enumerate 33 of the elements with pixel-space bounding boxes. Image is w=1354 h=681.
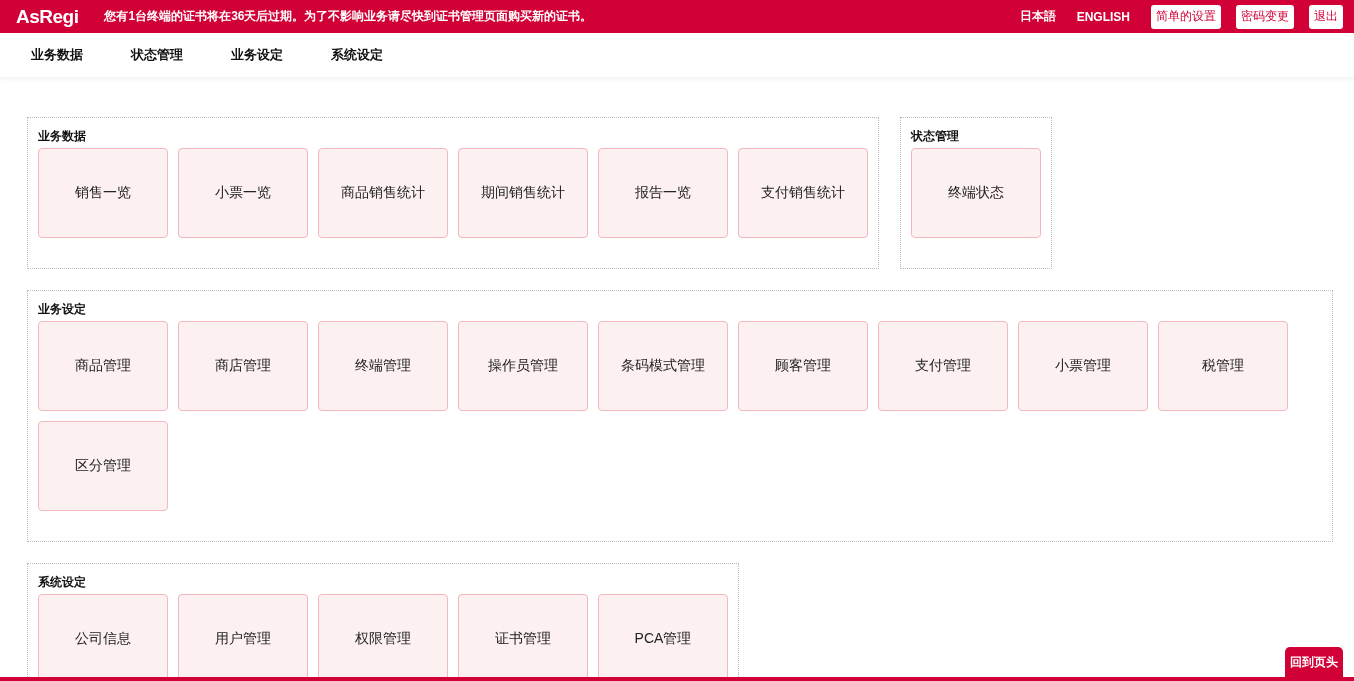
menu-tile[interactable]: 终端状态 <box>911 148 1041 238</box>
menu-tile[interactable]: 顾客管理 <box>738 321 868 411</box>
section-title: 业务设定 <box>38 301 87 318</box>
menu-tile[interactable]: 报告一览 <box>598 148 728 238</box>
section-title: 状态管理 <box>911 128 960 145</box>
header-button[interactable]: 密码变更 <box>1236 4 1294 29</box>
menu-tile[interactable]: 条码模式管理 <box>598 321 728 411</box>
section-title: 业务数据 <box>38 128 87 145</box>
section-title: 系统设定 <box>38 574 87 591</box>
menu-tile[interactable]: 小票一览 <box>178 148 308 238</box>
menu-tile[interactable]: 销售一览 <box>38 148 168 238</box>
header-button[interactable]: 简单的设置 <box>1151 4 1221 29</box>
nav-item[interactable]: 业务设定 <box>231 46 283 64</box>
menu-tile[interactable]: 商店管理 <box>178 321 308 411</box>
language-link[interactable]: ENGLISH <box>1076 9 1130 24</box>
nav-item[interactable]: 状态管理 <box>131 46 183 64</box>
language-link[interactable]: 日本語 <box>1019 8 1056 25</box>
menu-tile[interactable]: 期间销售统计 <box>458 148 588 238</box>
back-to-top-button[interactable]: 回到页头 <box>1285 647 1343 677</box>
menu-tile[interactable]: 区分管理 <box>38 421 168 511</box>
menu-tile[interactable]: 支付销售统计 <box>738 148 868 238</box>
menu-tile[interactable]: 操作员管理 <box>458 321 588 411</box>
nav-item[interactable]: 系统设定 <box>331 46 383 64</box>
nav-item[interactable]: 业务数据 <box>31 46 83 64</box>
expiry-notice: 您有1台终端的证书将在36天后过期。为了不影响业务请尽快到证书管理页面购买新的证书。 <box>104 8 594 25</box>
menu-tile[interactable]: 终端管理 <box>318 321 448 411</box>
menu-tile[interactable]: 商品管理 <box>38 321 168 411</box>
logo: AsRegi <box>16 5 79 28</box>
menu-tile[interactable]: 税管理 <box>1158 321 1288 411</box>
menu-tile[interactable]: 商品销售统计 <box>318 148 448 238</box>
menu-tile[interactable]: 支付管理 <box>878 321 1008 411</box>
header-button[interactable]: 退出 <box>1309 4 1343 29</box>
menu-tile[interactable]: 小票管理 <box>1018 321 1148 411</box>
